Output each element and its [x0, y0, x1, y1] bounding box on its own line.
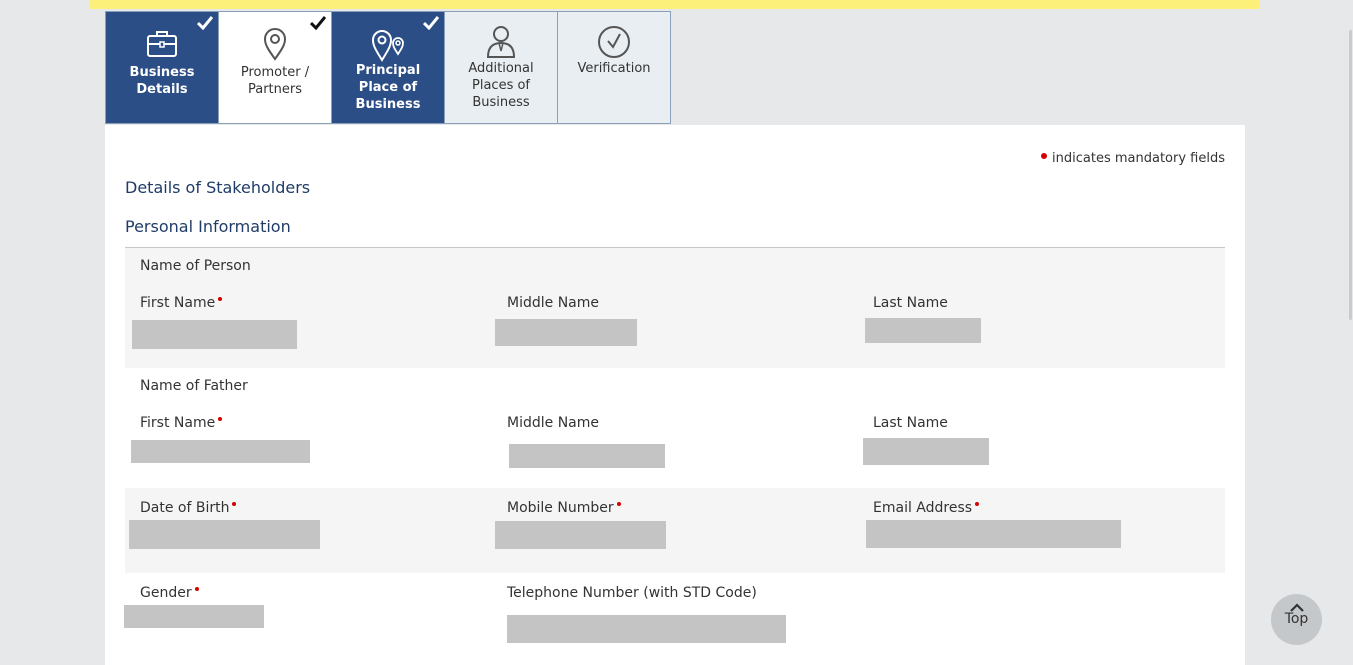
scroll-to-top-label: Top: [1284, 611, 1309, 627]
notice-banner: [90, 0, 1260, 9]
check-icon: [310, 16, 326, 30]
father-last-name-input[interactable]: [863, 438, 989, 465]
father-middle-name-label: Middle Name: [507, 415, 599, 431]
tab-label: Principal Place of Business: [355, 63, 421, 112]
email-label: Email Address: [873, 500, 979, 516]
father-first-name-input[interactable]: [131, 440, 310, 463]
tab-verification[interactable]: Verification: [557, 11, 671, 124]
tab-label: Verification: [577, 61, 651, 76]
registration-steps: Business Details Promoter / Partners Princ…: [105, 11, 671, 125]
tab-additional-places-of-business[interactable]: Additional Places of Business: [444, 11, 557, 124]
telephone-label: Telephone Number (with STD Code): [507, 585, 757, 601]
double-map-pin-icon: [371, 30, 404, 62]
person-name-group: [125, 248, 1225, 368]
person-group-label: Name of Person: [140, 258, 251, 274]
mobile-label: Mobile Number: [507, 500, 621, 516]
section-title: Details of Stakeholders: [125, 178, 311, 197]
check-icon: [197, 16, 213, 30]
tab-business-details[interactable]: Business Details: [105, 11, 218, 124]
scroll-to-top-button[interactable]: Top: [1271, 594, 1322, 645]
scrollbar-thumb[interactable]: [1349, 30, 1352, 320]
check-icon: [423, 16, 439, 30]
dob-label: Date of Birth: [140, 500, 236, 516]
tab-promoter-partners[interactable]: Promoter / Partners: [218, 11, 331, 124]
gender-label: Gender: [140, 585, 199, 601]
form-panel: indicates mandatory fields Details of St…: [105, 125, 1245, 665]
email-input[interactable]: [866, 520, 1121, 548]
tab-principal-place-of-business[interactable]: Principal Place of Business: [331, 11, 444, 124]
required-dot-icon: [1041, 153, 1048, 159]
person-first-name-label: First Name: [140, 295, 222, 311]
father-first-name-label: First Name: [140, 415, 222, 431]
dob-input[interactable]: [129, 520, 320, 549]
briefcase-icon: [147, 31, 177, 57]
page-scrollbar[interactable]: [1348, 0, 1353, 653]
person-last-name-input[interactable]: [865, 318, 981, 343]
check-circle-icon: [598, 26, 630, 58]
subsection-title: Personal Information: [125, 217, 291, 236]
telephone-input[interactable]: [507, 615, 786, 643]
tab-label: Promoter / Partners: [240, 65, 310, 97]
tab-label: Business Details: [129, 65, 195, 97]
mandatory-note: indicates mandatory fields: [1041, 151, 1225, 166]
mobile-input[interactable]: [495, 521, 666, 549]
person-last-name-label: Last Name: [873, 295, 948, 311]
map-pin-icon: [263, 28, 287, 61]
person-first-name-input[interactable]: [132, 320, 297, 349]
person-middle-name-input[interactable]: [495, 319, 637, 346]
father-last-name-label: Last Name: [873, 415, 948, 431]
father-middle-name-input[interactable]: [509, 444, 665, 468]
tab-label: Additional Places of Business: [468, 61, 534, 110]
gender-select[interactable]: [124, 605, 264, 628]
father-group-label: Name of Father: [140, 378, 248, 394]
person-icon: [486, 26, 516, 58]
person-middle-name-label: Middle Name: [507, 295, 599, 311]
